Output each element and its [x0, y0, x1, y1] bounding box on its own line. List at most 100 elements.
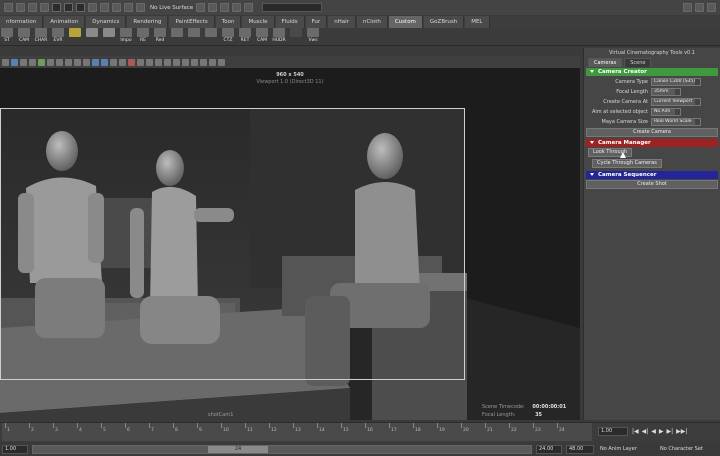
- shelf-button-ctz[interactable]: CTZ: [221, 28, 235, 44]
- shelf-tab[interactable]: nCloth: [356, 16, 388, 28]
- xray-icon[interactable]: [200, 58, 207, 66]
- shelf-button-bulb[interactable]: [170, 28, 184, 44]
- shelf-button-evr[interactable]: EVR: [51, 28, 65, 44]
- shelf-button-ret[interactable]: RET: [238, 28, 252, 44]
- play-backwards-icon[interactable]: ◀: [651, 427, 656, 436]
- shelf-tab[interactable]: nHair: [328, 16, 356, 28]
- go-to-end-icon[interactable]: ▶▶|: [676, 427, 687, 436]
- name-field[interactable]: [262, 3, 323, 12]
- play-forwards-icon[interactable]: ▶: [659, 427, 664, 436]
- camera-size-dropdown[interactable]: Real World Scale: [651, 118, 701, 126]
- shelf-button-char[interactable]: CHAR: [34, 28, 48, 44]
- shelf-tab[interactable]: nformation: [0, 16, 44, 28]
- shelf-tab[interactable]: MEL: [465, 16, 490, 28]
- aim-dropdown[interactable]: No Aim: [651, 108, 681, 116]
- step-forward-key-icon[interactable]: ▶|: [667, 427, 674, 436]
- default-material-icon[interactable]: [110, 58, 117, 66]
- step-back-key-icon[interactable]: ◀|: [642, 427, 649, 436]
- anim-layer-label[interactable]: No Anim Layer: [600, 445, 637, 454]
- select-component-icon[interactable]: [76, 3, 85, 12]
- select-camera-icon[interactable]: [2, 58, 9, 66]
- cycle-through-cameras-button[interactable]: Cycle Through Cameras: [592, 159, 662, 168]
- lights-icon[interactable]: [137, 58, 144, 66]
- anti-aliasing-icon[interactable]: [173, 58, 180, 66]
- new-scene-icon[interactable]: [16, 3, 25, 12]
- playback-end-field[interactable]: 24.00: [536, 445, 562, 454]
- snap-grid-icon[interactable]: [88, 3, 97, 12]
- gate-mask-icon[interactable]: [65, 58, 72, 66]
- shelf-tab[interactable]: PaintEffects: [169, 16, 215, 28]
- shelf-tab[interactable]: GoZBrush: [423, 16, 465, 28]
- select-hierarchy-icon[interactable]: [52, 3, 61, 12]
- xray-joints-icon[interactable]: [209, 58, 216, 66]
- film-gate-icon[interactable]: [47, 58, 54, 66]
- snap-plane-icon[interactable]: [124, 3, 133, 12]
- render-settings-icon[interactable]: [232, 3, 242, 12]
- shelf-button-cam[interactable]: CAM: [17, 28, 31, 44]
- shelf-button-sphere[interactable]: [204, 28, 218, 44]
- render-icon[interactable]: [208, 3, 218, 12]
- motion-blur-icon[interactable]: [164, 58, 171, 66]
- snap-point-icon[interactable]: [112, 3, 121, 12]
- shelf-button-tools[interactable]: [187, 28, 201, 44]
- camera-type-dropdown[interactable]: Canon C300 (S35): [651, 78, 701, 86]
- camera-sequencer-header[interactable]: Camera Sequencer: [586, 171, 718, 179]
- open-scene-icon[interactable]: [28, 3, 37, 12]
- go-to-start-icon[interactable]: |◀: [632, 427, 639, 436]
- shelf-tab[interactable]: Muscle: [242, 16, 275, 28]
- character-set-label[interactable]: No Character Set: [660, 445, 703, 454]
- shelf-button-blank[interactable]: [289, 28, 303, 44]
- timeline-track[interactable]: 1 2 3 4 5 6 7 8 9 10 11 12 13 14 15 16 1…: [2, 423, 592, 441]
- range-slider-thumb[interactable]: 24: [208, 446, 268, 453]
- save-scene-icon[interactable]: [40, 3, 49, 12]
- camera-manager-header[interactable]: Camera Manager: [586, 139, 718, 147]
- create-camera-at-dropdown[interactable]: Current Viewport: [651, 98, 701, 106]
- field-chart-icon[interactable]: [74, 58, 81, 66]
- smooth-shade-icon[interactable]: [101, 58, 108, 66]
- tool-settings-icon[interactable]: [707, 3, 716, 12]
- isolate-select-icon[interactable]: [191, 58, 198, 66]
- snap-curve-icon[interactable]: [100, 3, 109, 12]
- shelf-button-vws[interactable]: Vws: [306, 28, 320, 44]
- shelf-button-st[interactable]: ST: [0, 28, 14, 44]
- camera-attributes-icon[interactable]: [11, 58, 18, 66]
- depth-of-field-icon[interactable]: [182, 58, 189, 66]
- range-slider[interactable]: 24: [32, 445, 532, 454]
- resolution-gate-icon[interactable]: [56, 58, 63, 66]
- shelf-button-cube[interactable]: [85, 28, 99, 44]
- shelf-button-re[interactable]: RE: [136, 28, 150, 44]
- shelf-tab[interactable]: Fluids: [275, 16, 305, 28]
- bookmark-icon[interactable]: [20, 58, 27, 66]
- select-object-icon[interactable]: [64, 3, 73, 12]
- camera-creator-header[interactable]: Camera Creator: [586, 68, 718, 76]
- grid-toggle-icon[interactable]: [38, 58, 45, 66]
- shelf-tab-custom[interactable]: Custom: [388, 16, 423, 28]
- sidebar-toggle-icon[interactable]: [683, 3, 692, 12]
- menu-set-icon[interactable]: [4, 3, 13, 12]
- focal-length-dropdown[interactable]: 35mm: [651, 88, 681, 96]
- shelf-button-box[interactable]: [102, 28, 116, 44]
- time-slider[interactable]: 1 2 3 4 5 6 7 8 9 10 11 12 13 14 15 16 1…: [0, 422, 720, 442]
- image-plane-icon[interactable]: [29, 58, 36, 66]
- create-camera-button[interactable]: Create Camera: [586, 128, 718, 137]
- shelf-button-grid[interactable]: [68, 28, 82, 44]
- safe-action-icon[interactable]: [83, 58, 90, 66]
- textured-icon[interactable]: [128, 58, 135, 66]
- ipr-render-icon[interactable]: [220, 3, 230, 12]
- create-shot-button[interactable]: Create Shot: [586, 180, 718, 189]
- shelf-tab[interactable]: Animation: [44, 16, 86, 28]
- wireframe-on-shaded-icon[interactable]: [119, 58, 126, 66]
- history-icon[interactable]: [196, 3, 206, 12]
- current-frame-field[interactable]: 1.00: [598, 427, 628, 436]
- shelf-tab[interactable]: Dynamics: [86, 16, 127, 28]
- tab-scene[interactable]: Scene: [624, 58, 652, 67]
- shelf-tab[interactable]: Toon: [215, 16, 242, 28]
- animation-start-field[interactable]: 1.00: [2, 445, 28, 454]
- channel-box-icon[interactable]: [695, 3, 704, 12]
- xray-components-icon[interactable]: [218, 58, 225, 66]
- shelf-button-impo[interactable]: Impo: [119, 28, 133, 44]
- hypershade-icon[interactable]: [244, 3, 254, 12]
- shelf-tab[interactable]: Rendering: [127, 16, 169, 28]
- shelf-button-hudr[interactable]: HUDR: [272, 28, 286, 44]
- tab-cameras[interactable]: Cameras: [588, 58, 623, 67]
